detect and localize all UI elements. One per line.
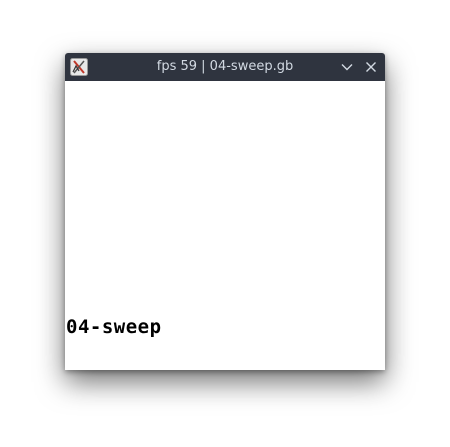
emulator-window: fps 59 | 04-sweep.gb 04-sweep: [65, 53, 385, 370]
chevron-down-icon[interactable]: [339, 59, 355, 75]
window-title: fps 59 | 04-sweep.gb: [156, 59, 294, 74]
rom-name-text: 04-sweep: [66, 316, 162, 338]
app-icon[interactable]: [70, 58, 88, 76]
title-bar[interactable]: fps 59 | 04-sweep.gb: [65, 53, 385, 81]
game-screen[interactable]: 04-sweep: [65, 81, 385, 370]
close-icon[interactable]: [363, 59, 379, 75]
